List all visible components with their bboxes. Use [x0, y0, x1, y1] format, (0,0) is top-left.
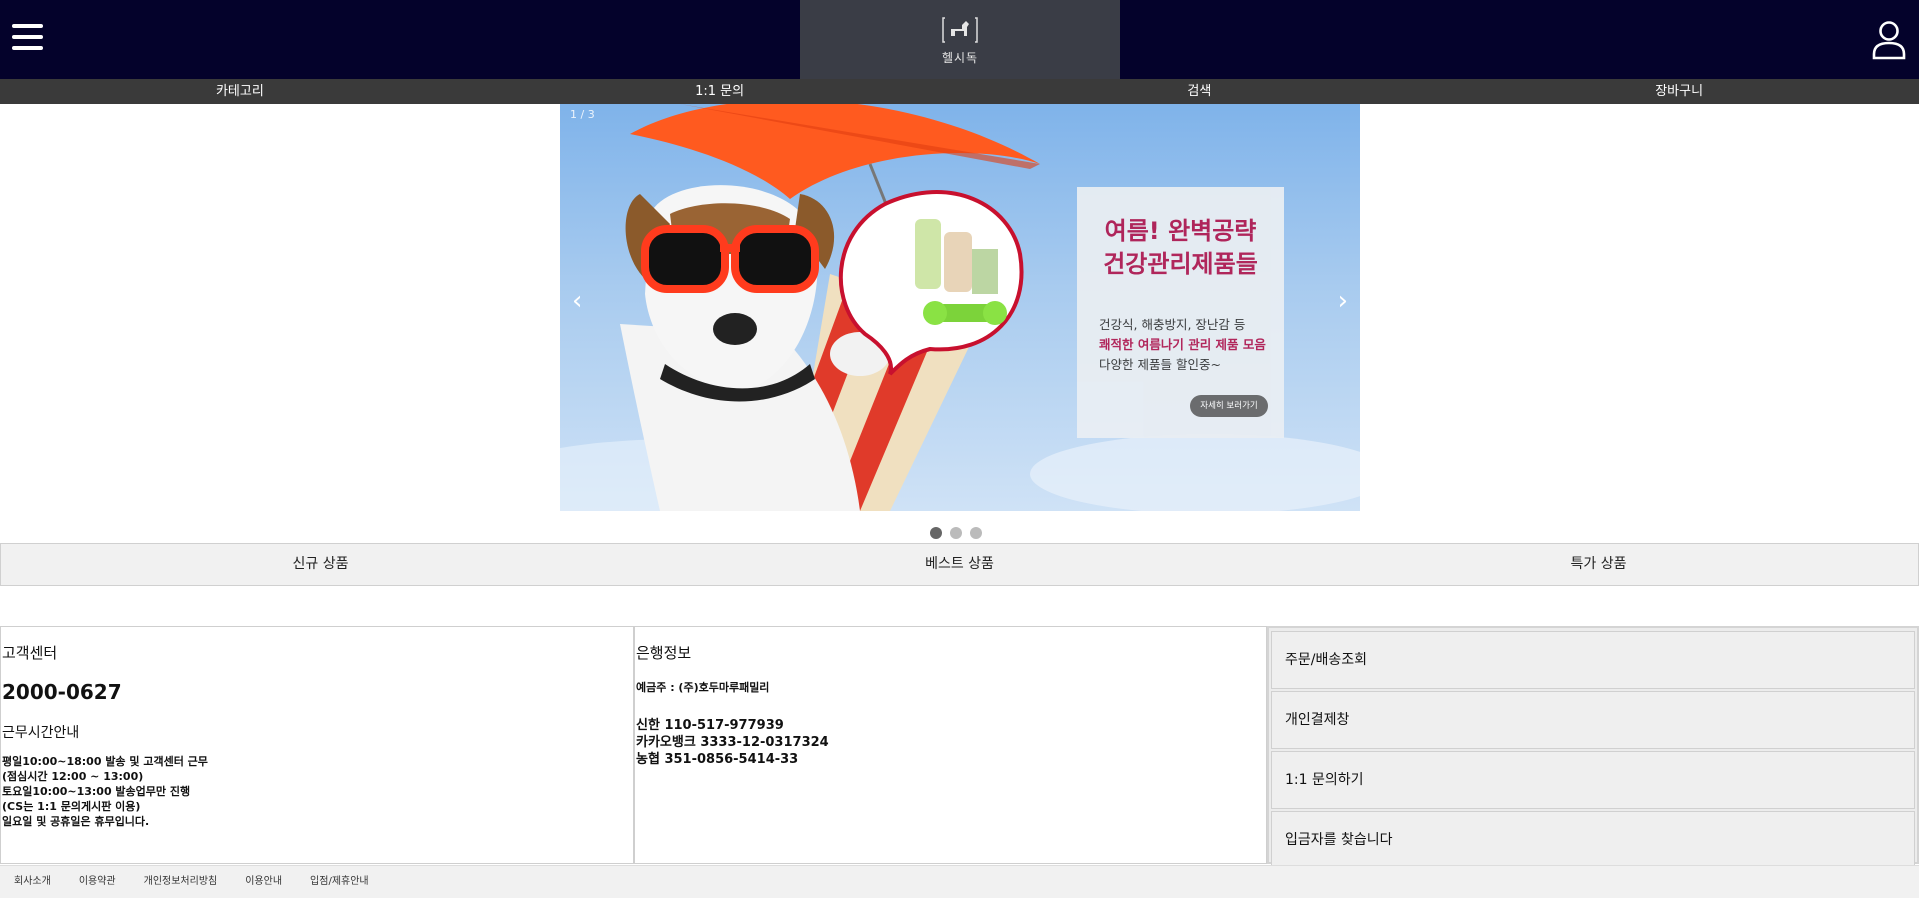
hours-line: 평일10:00~18:00 발송 및 고객센터 근무 [2, 755, 208, 768]
bank-account-kakao: 카카오뱅크 3333-12-0317324 [636, 735, 829, 750]
order-tracking-button[interactable]: 주문/배송조회 [1271, 631, 1915, 689]
customer-center-title: 고객센터 [2, 644, 58, 662]
user-icon[interactable] [1871, 20, 1907, 60]
bank-info-panel: 은행정보 예금주 : (주)호두마루패밀리 신한 110-517-977939 … [634, 626, 1267, 864]
banner-body-line2: 쾌적한 여름나기 관리 제품 모음 [1099, 337, 1266, 352]
quick-links-panel: 주문/배송조회 개인결제창 1:1 문의하기 입금자를 찾습니다 [1267, 626, 1919, 869]
slide-indicator [930, 527, 982, 539]
find-depositor-button[interactable]: 입금자를 찾습니다 [1271, 811, 1915, 869]
bank-accounts: 신한 110-517-977939 카카오뱅크 3333-12-0317324 … [636, 717, 1266, 768]
tab-best-products[interactable]: 베스트 상품 [640, 544, 1279, 585]
tab-new-products[interactable]: 신규 상품 [1, 544, 640, 585]
banner-description: 건강식, 해충방지, 장난감 등 쾌적한 여름나기 관리 제품 모음 다양한 제… [1099, 315, 1284, 375]
footer-links: 회사소개 이용약관 개인정보처리방침 이용안내 입점/제휴안내 [0, 865, 1919, 898]
main-banner-slider[interactable]: 1 / 3 ‹ › 여름! 완벽공략 건강관리제품들 건강식, 해충방지, 장난… [560, 104, 1360, 511]
banner-headline: 여름! 완벽공략 건강관리제품들 [1077, 215, 1284, 281]
dog-logo-icon [942, 17, 978, 43]
hours-line: (CS는 1:1 문의게시판 이용) [2, 800, 141, 813]
hours-line: 일요일 및 공휴일은 휴무입니다. [2, 815, 150, 828]
product-tabs: 신규 상품 베스트 상품 특가 상품 [0, 543, 1919, 586]
category-navbar: 카테고리 1:1 문의 검색 장바구니 [0, 79, 1919, 104]
hours-line: (점심시간 12:00 ~ 13:00) [2, 770, 144, 783]
footer-company-info[interactable]: 회사소개 [14, 866, 51, 898]
nav-category[interactable]: 카테고리 [0, 79, 480, 104]
bank-info-title: 은행정보 [636, 644, 692, 662]
customer-center-panel: 고객센터 2000-0627 근무시간안내 평일10:00~18:00 발송 및… [0, 626, 634, 864]
account-holder: 예금주 : (주)호두마루패밀리 [636, 681, 770, 694]
business-hours-text: 평일10:00~18:00 발송 및 고객센터 근무 (점심시간 12:00 ~… [2, 754, 633, 829]
banner-headline-line1: 여름! 완벽공략 [1104, 217, 1257, 245]
banner-headline-line2: 건강관리제품들 [1103, 250, 1258, 278]
banner-promo-card: 여름! 완벽공략 건강관리제품들 건강식, 해충방지, 장난감 등 쾌적한 여름… [1077, 187, 1284, 438]
next-slide-button[interactable]: › [1338, 286, 1348, 316]
logo[interactable]: 헬시독 [800, 0, 1120, 79]
bank-account-nonghyup: 농협 351-0856-5414-33 [636, 752, 799, 767]
slide-dot-2[interactable] [950, 527, 962, 539]
hamburger-menu-icon[interactable] [12, 24, 43, 54]
top-header: 헬시독 [0, 0, 1919, 79]
footer-guide[interactable]: 이용안내 [245, 866, 282, 898]
prev-slide-button[interactable]: ‹ [572, 286, 582, 316]
tab-special-products[interactable]: 특가 상품 [1279, 544, 1918, 585]
banner-body-line3: 다양한 제품들 할인중~ [1099, 357, 1221, 372]
bank-account-shinhan: 신한 110-517-977939 [636, 718, 784, 733]
banner-cta-button[interactable]: 자세히 보러가기 [1190, 395, 1268, 417]
footer-privacy[interactable]: 개인정보처리방침 [144, 866, 218, 898]
business-hours-title: 근무시간안내 [2, 725, 80, 741]
personal-payment-button[interactable]: 개인결제창 [1271, 691, 1915, 749]
footer-terms[interactable]: 이용약관 [79, 866, 116, 898]
slide-counter: 1 / 3 [570, 108, 595, 121]
slide-dot-3[interactable] [970, 527, 982, 539]
customer-center-phone: 2000-0627 [2, 680, 122, 704]
hours-line: 토요일10:00~13:00 발송업무만 진행 [2, 785, 191, 798]
inquiry-button[interactable]: 1:1 문의하기 [1271, 751, 1915, 809]
logo-text: 헬시독 [941, 51, 979, 65]
footer-partnership[interactable]: 입점/제휴안내 [310, 866, 369, 898]
nav-search[interactable]: 검색 [960, 79, 1440, 104]
slide-dot-1[interactable] [930, 527, 942, 539]
banner-body-line1: 건강식, 해충방지, 장난감 등 [1099, 317, 1246, 332]
nav-inquiry[interactable]: 1:1 문의 [480, 79, 960, 104]
nav-cart[interactable]: 장바구니 [1439, 79, 1919, 104]
